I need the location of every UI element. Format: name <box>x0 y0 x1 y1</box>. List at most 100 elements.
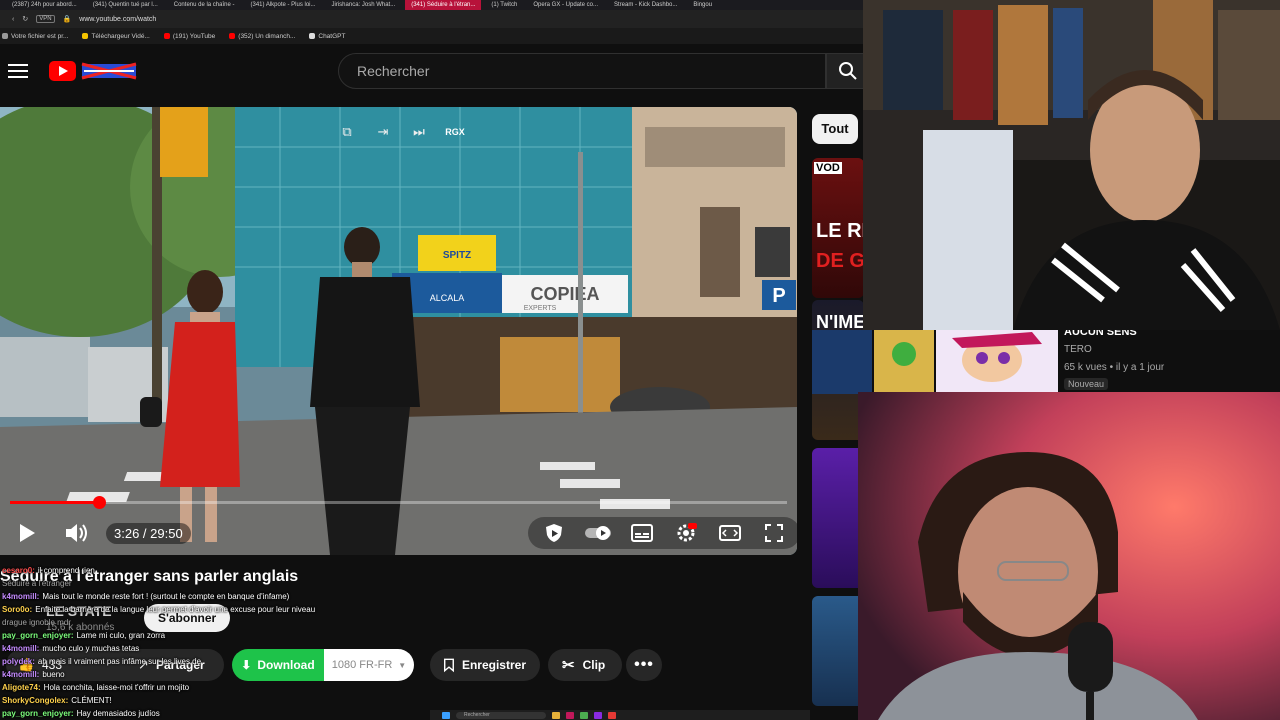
chat-message: pay_gorn_enjoyer: Hay demasiados judíos <box>2 707 372 720</box>
related-thumbnail-collage[interactable] <box>812 330 1058 394</box>
chat-message: drague ignoble mdr <box>2 616 372 629</box>
autoplay-toggle[interactable] <box>578 519 618 547</box>
gear-icon <box>677 523 697 542</box>
related-thumbnail-vod[interactable]: VOD LE RET DE GA <box>812 158 864 298</box>
rgx-button[interactable]: RGX <box>444 123 466 141</box>
chat-text: ah mais il vraiment pas infâme sur les l… <box>37 657 202 666</box>
play-button[interactable] <box>12 519 40 547</box>
url-text[interactable]: www.youtube.com/watch <box>79 16 156 23</box>
menu-icon[interactable] <box>8 60 28 80</box>
browser-tab[interactable]: (341) Quentin tué par l... <box>87 0 164 10</box>
address-bar[interactable]: ‹ ↻ VPN 🔒 www.youtube.com/watch <box>0 10 870 28</box>
bookmark-icon <box>444 658 454 673</box>
bookmark-item[interactable]: (191) YouTube <box>163 32 216 40</box>
browser-tab[interactable]: Jirishanca: Josh What... <box>326 0 402 10</box>
chat-message: k4momill: bueno <box>2 668 372 681</box>
subtitles-icon <box>631 524 653 542</box>
chat-username: polydek: <box>2 657 35 666</box>
skip-next-icon[interactable]: ⏭ <box>408 123 430 141</box>
chat-text: Séduire à l'étranger <box>2 579 72 588</box>
related-thumbnail-purple[interactable] <box>812 448 864 588</box>
save-button[interactable]: Enregistrer <box>430 649 540 681</box>
bookmark-label: Téléchargeur Vidé... <box>91 32 150 40</box>
video-player[interactable]: SPITZ ALCALA COPIEA EXPERTS P ⧉ ⇥ ⏭ RGX … <box>0 107 797 555</box>
play-icon <box>20 524 35 542</box>
bookmark-label: ChatGPT <box>318 32 346 40</box>
bookmark-favicon-icon <box>229 32 236 39</box>
browser-tab[interactable]: (341) Alkpote - Plus loi... <box>244 0 321 10</box>
chat-text: Enfaite la barrière de la langue leur pe… <box>35 605 316 614</box>
chat-text: CLÉMENT! <box>71 696 112 705</box>
chevron-down-icon: ▼ <box>398 660 407 670</box>
vod-badge: VOD <box>814 162 842 174</box>
sponsorblock-button[interactable] <box>534 519 574 547</box>
filter-chip-all[interactable]: Tout <box>812 114 858 144</box>
browser-tab[interactable]: (341) Séduire à l'étran... <box>405 0 482 10</box>
settings-button[interactable] <box>666 519 706 547</box>
related-item-info[interactable]: AUCUN SENS TERO 65 k vues • il y a 1 jou… <box>1058 326 1280 394</box>
reload-icon[interactable]: ↻ <box>22 15 28 23</box>
bookmark-label: (191) YouTube <box>172 32 216 40</box>
chat-message: polydek: ah mais il vraiment pas infâme s… <box>2 655 372 668</box>
chat-username: k4momill: <box>2 592 40 601</box>
chat-username: Soro0o: <box>2 605 33 614</box>
clip-button[interactable]: ✂ Clip <box>548 649 622 681</box>
bookmark-item[interactable]: ChatGPT <box>309 33 345 40</box>
webcam-feed-top <box>863 0 1280 330</box>
webcam-feed-bottom <box>858 392 1280 720</box>
related-thumbnail-blue[interactable] <box>812 596 864 706</box>
browser-tab[interactable]: Bingou <box>687 0 718 10</box>
browser-icon[interactable] <box>566 711 574 719</box>
related-channel[interactable]: TERO <box>1064 344 1092 355</box>
bookmark-label: (352) Un dimanch... <box>238 32 296 40</box>
more-button[interactable]: ••• <box>626 649 662 681</box>
chat-username: k4momill: <box>2 644 40 653</box>
theater-mode-button[interactable] <box>710 519 750 547</box>
browser-tab[interactable]: (2387) 24h pour abord... <box>6 0 83 10</box>
back-icon[interactable]: ‹ <box>12 16 14 23</box>
chat-message: pay_gorn_enjoyer: Lame mi culo, gran zorr… <box>2 629 372 642</box>
chat-message: cesaro0: il comprend rien <box>2 564 372 577</box>
svg-text:COPIEA: COPIEA <box>530 284 599 304</box>
chat-message: k4momill: Mais tout le monde reste fort !… <box>2 590 372 603</box>
chat-text: mucho culo y muchas tetas <box>42 644 140 653</box>
chat-text: Hay demasiados judíos <box>76 709 160 718</box>
vpn-badge[interactable]: VPN <box>36 15 55 23</box>
fullscreen-button[interactable] <box>754 519 794 547</box>
volume-button[interactable] <box>62 519 90 547</box>
chat-message: Séduire à l'étranger <box>2 577 372 590</box>
search-input[interactable]: Rechercher <box>338 53 826 89</box>
browser-tab[interactable]: Contenu de la chaîne - <box>168 0 241 10</box>
progress-bar[interactable] <box>10 496 787 509</box>
browser-tab[interactable]: Opera GX - Update co... <box>527 0 604 10</box>
bookmark-item[interactable]: (352) Un dimanch... <box>229 33 295 40</box>
sign-in-arrow-icon[interactable]: ⇥ <box>372 123 394 141</box>
miniplayer-icon[interactable]: ⧉ <box>336 123 358 141</box>
toggle-icon <box>585 526 611 540</box>
thumb-text-1: LE RET <box>816 220 864 242</box>
bookmark-item[interactable]: Votre fichier est pr... <box>2 33 68 40</box>
browser-tab[interactable]: Stream - Kick Dashbo... <box>608 0 683 10</box>
subtitles-button[interactable] <box>622 519 662 547</box>
browser-tab[interactable]: (1) Twitch <box>485 0 523 10</box>
youtube-logo[interactable] <box>49 61 139 81</box>
new-badge: Nouveau <box>1064 378 1109 390</box>
webcam-image-top <box>863 0 1280 330</box>
file-explorer-icon[interactable] <box>552 711 560 719</box>
player-right-controls <box>528 517 797 549</box>
app-icon[interactable] <box>580 711 588 719</box>
chat-username: pay_gorn_enjoyer: <box>2 709 74 718</box>
lock-icon: 🔒 <box>62 16 72 23</box>
svg-text:EXPERTS: EXPERTS <box>524 305 557 312</box>
chat-message: Aligote74: Hola conchita, laisse-moi t'of… <box>2 681 372 694</box>
app-icon-3[interactable] <box>608 711 616 719</box>
webcam-image-bottom <box>858 392 1280 720</box>
chat-text: bueno <box>42 670 65 679</box>
app-icon-2[interactable] <box>594 711 602 719</box>
windows-icon[interactable] <box>442 711 450 719</box>
clip-label: Clip <box>582 658 606 672</box>
bookmark-item[interactable]: Téléchargeur Vidé... <box>82 32 150 40</box>
svg-text:ALCALA: ALCALA <box>430 293 465 303</box>
taskbar-search[interactable]: Rechercher <box>456 711 546 719</box>
save-label: Enregistrer <box>461 658 526 672</box>
